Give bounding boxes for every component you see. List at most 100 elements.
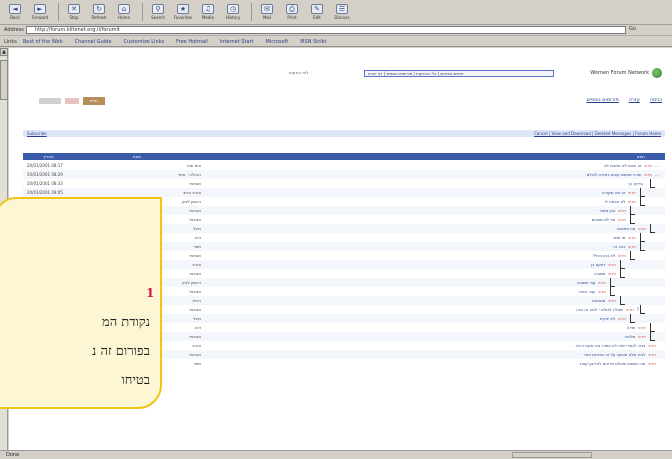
new-tag: חדש	[618, 316, 626, 321]
message-subject[interactable]: חדשלא אכפת לי	[213, 199, 665, 204]
message-subject[interactable]: חדשלא נכון בכלל	[213, 253, 665, 258]
thread-connector	[640, 233, 645, 242]
toolbar-separator	[58, 3, 59, 21]
message-subject[interactable]: חדשתודה שאתם עונים בחזרה לכולם...	[213, 172, 665, 177]
message-author[interactable]: איש שיח	[113, 163, 213, 168]
message-subject-link[interactable]: עוד תשובה	[577, 280, 596, 285]
message-row[interactable]: 20/01/2001 09:05 אורח חדש חדשזה מה שקורה	[23, 188, 665, 197]
message-subject-link[interactable]: בדיוק כך	[628, 181, 643, 186]
new-button[interactable]: חדש	[83, 97, 105, 105]
toolbar-button-edit[interactable]: ✎ Edit	[306, 4, 328, 20]
message-subject[interactable]: חדשנכון מאוד	[213, 208, 665, 213]
message-subject[interactable]: חדשעוד תשובה	[213, 280, 665, 285]
message-subject[interactable]: בדיוק כך	[213, 181, 665, 186]
links-bar-item[interactable]: Best of the Web	[23, 39, 63, 45]
browser-toolbar: ◄ Back ► Forward ✕ Stop ↻ Refresh ⌂ Home ⚲ Search ★ F…	[0, 0, 672, 25]
message-subject[interactable]: חדששאלה לכולם - למה זה ככה?	[213, 307, 665, 312]
message-subject[interactable]: חדשלמה שלא תכתבו על זה בפורום אחר	[213, 352, 665, 357]
message-subject-link[interactable]: זה מה שקורה	[602, 190, 626, 195]
scroll-up-arrow-icon[interactable]: ▲	[0, 48, 8, 56]
new-tag: חדש	[598, 289, 606, 294]
message-subject[interactable]: חדשאני חושבת שכולם צריכים להירגע קצת	[213, 361, 665, 366]
links-bar-item[interactable]: Customize Links	[123, 39, 164, 45]
toolbar-button-search[interactable]: ⚲ Search	[147, 4, 169, 20]
links-bar-item[interactable]: Microsoft	[266, 39, 289, 45]
new-tag: חדש	[618, 208, 626, 213]
message-subject[interactable]: חדשזה מה שקורה	[213, 190, 665, 195]
address-input[interactable]: http://forum.kiltonet.org.il/forumit	[26, 26, 626, 34]
right-nav-link[interactable]: כניסה	[650, 97, 662, 103]
links-bar-item[interactable]: Internet Start	[220, 39, 254, 45]
message-subject[interactable]: חדשלא יודעת	[213, 316, 665, 321]
message-subject[interactable]: חדשדווקא כן	[213, 262, 665, 267]
message-subject[interactable]: חדשסליחה	[213, 334, 665, 339]
message-row[interactable]: 20/01/2001 08:33 אנונימי בדיוק כך	[23, 179, 665, 188]
message-author[interactable]: אורח חדש	[113, 190, 213, 195]
message-subject[interactable]: חדשככה זה	[213, 244, 665, 249]
forum-nav-bar[interactable]: חיפוש בפורום | כל ההודעות | פורומים נוספ…	[364, 70, 554, 77]
message-row[interactable]: 20/01/2001 08:17 איש שיח חדשזה שהם לא נותנ…	[23, 161, 665, 170]
right-nav-link[interactable]: פורומים נוספים	[587, 97, 619, 103]
links-bar: Links Best of the Web Channel Guide Custom…	[0, 37, 672, 47]
toolbar-button-back[interactable]: ◄ Back	[4, 4, 26, 20]
message-subject-link[interactable]: נכון מאוד	[600, 208, 616, 213]
message-subject-link[interactable]: לא אכפת לי	[605, 199, 626, 204]
toolbar-button-forward[interactable]: ► Forward	[29, 4, 51, 20]
toolbar-button-favorites[interactable]: ★ Favorites	[172, 4, 194, 20]
message-subject-link[interactable]: ככה זה	[613, 244, 625, 249]
message-row[interactable]: 20/01/2001 08:29 הנהלה - אתר חדשתודה שאתם …	[23, 170, 665, 179]
toolbar-label: Favorites	[173, 15, 193, 20]
thread-connector	[620, 296, 625, 305]
forward-arrow-icon: ►	[34, 4, 46, 14]
message-subject[interactable]: חדשתשובה	[213, 271, 665, 276]
go-button[interactable]: Go	[629, 26, 641, 34]
thread-connector	[640, 242, 645, 251]
toolbar-button-media[interactable]: ♫ Media	[197, 4, 219, 20]
toolbar-label: Mail	[262, 15, 272, 20]
toolbar-button-stop[interactable]: ✕ Stop	[63, 4, 85, 20]
links-bar-item[interactable]: Free Hotmail	[176, 39, 208, 45]
links-bar-item[interactable]: Channel Guide	[75, 39, 112, 45]
message-subject-link[interactable]: תשובה	[594, 271, 605, 276]
message-subject-link[interactable]: אני חושבת שכולם צריכים להירגע קצת	[580, 361, 645, 366]
message-subject-link[interactable]: סליחה	[624, 334, 635, 339]
message-subject[interactable]: חדשזה שהם לא נותנים לנו...	[213, 163, 665, 168]
callout-line-1: נקודת המ	[101, 315, 150, 330]
message-subject-link[interactable]: תודה	[627, 325, 636, 330]
new-message-badge[interactable]: חדש	[39, 97, 105, 105]
toolbar-button-mail[interactable]: ✉ Mail	[256, 4, 278, 20]
message-subject-link[interactable]: למה שלא תכתבו על זה בפורום אחר	[583, 352, 645, 357]
message-subject-link[interactable]: מה פתאום	[617, 226, 635, 231]
toolbar-button-home[interactable]: ⌂ Home	[113, 4, 135, 20]
site-logo[interactable]: Women Forum Network	[590, 68, 662, 78]
message-subject[interactable]: חדשברור לגמרי שזה לא בסדר מה שקורה פה	[213, 343, 665, 348]
toolbar-button-refresh[interactable]: ↻ Refresh	[88, 4, 110, 20]
message-subject[interactable]: חדשאני לא מסכים	[213, 217, 665, 222]
message-subject-link[interactable]: דווקא כן	[591, 262, 605, 267]
message-subject-link[interactable]: ועוד אחת	[579, 289, 595, 294]
message-author[interactable]: הנהלה - אתר	[113, 172, 213, 177]
toolbar-button-discuss[interactable]: ☰ Discuss	[331, 4, 353, 20]
message-subject[interactable]: חדשועוד אחת	[213, 289, 665, 294]
message-subject-link[interactable]: מי אמר	[613, 235, 626, 240]
subscribe-link[interactable]: Subscribe	[27, 130, 47, 137]
toolbar-button-print[interactable]: ⎙ Print	[281, 4, 303, 20]
forum-actions-bar: Subscribe Cancel | View and Download | D…	[23, 130, 665, 137]
message-subject[interactable]: חדשמסכימה	[213, 298, 665, 303]
new-tag: חדש	[638, 226, 646, 231]
links-bar-item[interactable]: MSN Strikt	[300, 39, 326, 45]
forum-actions-links[interactable]: Cancel | View and Download | Deleted Mes…	[534, 130, 661, 137]
scrollbar-thumb[interactable]	[0, 60, 8, 100]
message-subject-link[interactable]: לא יודעת	[600, 316, 616, 321]
message-subject-link[interactable]: ברור לגמרי שזה לא בסדר מה שקורה פה	[576, 343, 646, 348]
message-subject-link[interactable]: מסכימה	[592, 298, 606, 303]
message-subject[interactable]: חדשמה פתאום	[213, 226, 665, 231]
message-subject[interactable]: חדשמי אמר	[213, 235, 665, 240]
new-tag: חדש	[598, 280, 606, 285]
message-subject[interactable]: חדשתודה	[213, 325, 665, 330]
message-subject-link[interactable]: לא נכון בכלל	[593, 253, 615, 258]
right-nav-link[interactable]: עזרה	[629, 97, 640, 103]
message-author[interactable]: אנונימי	[113, 181, 213, 186]
message-subject-link[interactable]: אני לא מסכים	[592, 217, 616, 222]
toolbar-button-history[interactable]: ◷ History	[222, 4, 244, 20]
